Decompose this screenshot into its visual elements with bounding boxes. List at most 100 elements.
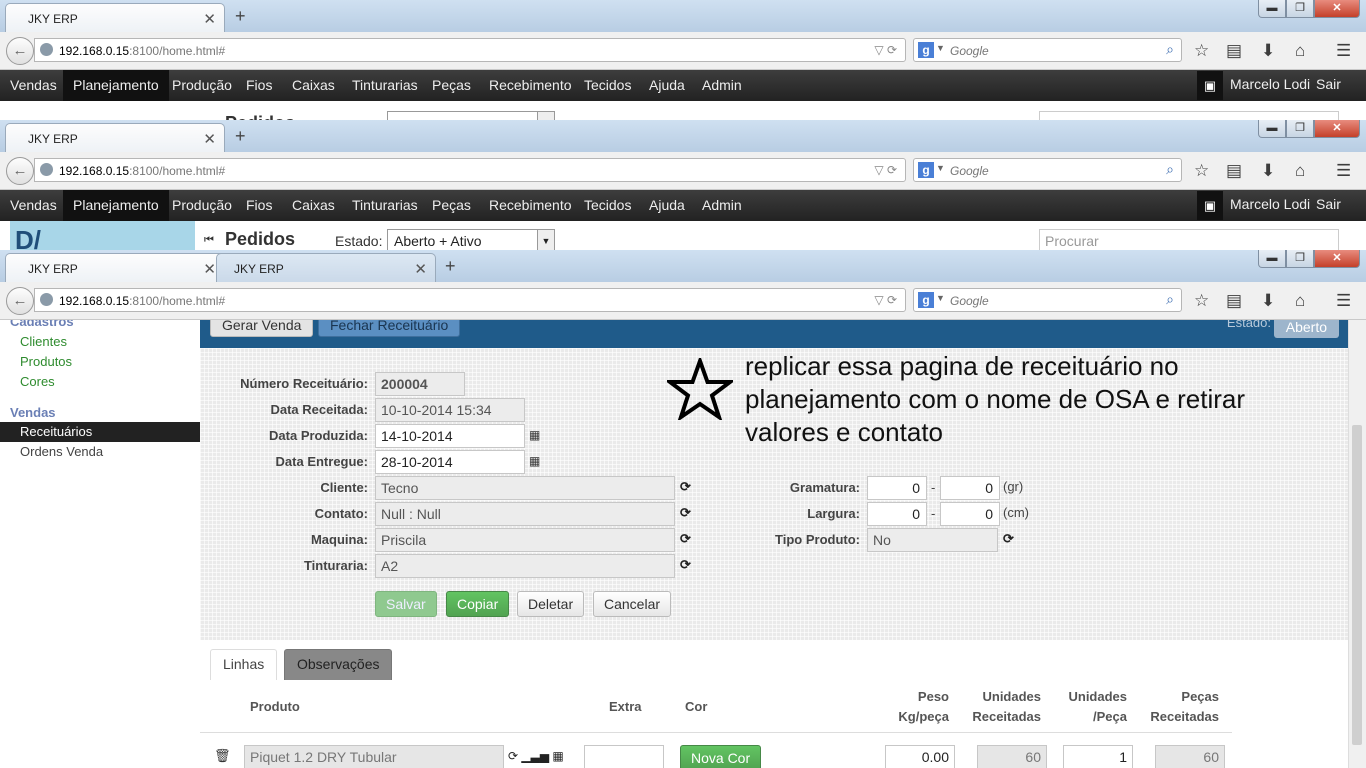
close-tab-icon[interactable]: ✕ <box>414 260 427 278</box>
data-entregue-field[interactable]: 28-10-2014 <box>375 450 525 474</box>
menu-item-recebimento[interactable]: Recebimento <box>479 190 582 221</box>
reload-icon[interactable]: ▽ ⟳ <box>874 163 897 177</box>
extra-field[interactable] <box>584 745 664 768</box>
minimize-icon[interactable]: ▬ <box>1258 0 1286 18</box>
maximize-icon[interactable]: ❐ <box>1286 0 1314 18</box>
home-icon[interactable]: ⌂ <box>1295 41 1305 61</box>
url-bar[interactable]: 192.168.0.15:8100/home.html# ▽ ⟳ <box>34 38 906 62</box>
minimize-icon[interactable]: ▬ <box>1258 120 1286 138</box>
tab-jky-erp-2[interactable]: JKY ERP ✕ <box>216 253 436 282</box>
tab-jky-erp[interactable]: JKY ERP ✕ <box>5 3 225 32</box>
refresh-icon[interactable]: ⟳ <box>680 505 691 521</box>
refresh-icon[interactable]: ⟳ <box>680 531 691 547</box>
google-icon[interactable]: g <box>918 162 934 178</box>
url-bar[interactable]: 192.168.0.15:8100/home.html# ▽ ⟳ <box>34 288 906 312</box>
close-tab-icon[interactable]: ✕ <box>203 130 216 148</box>
tinturaria-field[interactable]: A2 <box>375 554 675 578</box>
search-icon[interactable]: ⌕ <box>1166 41 1174 58</box>
peso-field[interactable]: 0.00 <box>885 745 955 768</box>
search-icon[interactable]: ⌕ <box>1166 161 1174 178</box>
menu-item-vendas[interactable]: Vendas <box>0 190 67 221</box>
menu-item-vendas[interactable]: Vendas <box>0 70 67 101</box>
tab-jky-erp[interactable]: JKY ERP ✕ <box>5 253 225 282</box>
menu-item-admin[interactable]: Admin <box>692 70 752 101</box>
user-photo-icon[interactable]: ▣ <box>1197 71 1223 100</box>
user-photo-icon[interactable]: ▣ <box>1197 191 1223 220</box>
copiar-button[interactable]: Copiar <box>446 591 510 617</box>
pedidos-search-input[interactable]: Procurar <box>1039 229 1339 252</box>
menu-item-recebimento[interactable]: Recebimento <box>479 70 582 101</box>
close-window-icon[interactable]: ✕ <box>1314 120 1360 138</box>
maximize-icon[interactable]: ❐ <box>1286 120 1314 138</box>
minimize-icon[interactable]: ▬ <box>1258 250 1286 268</box>
logout-link[interactable]: Sair <box>1316 190 1341 219</box>
refresh-icon[interactable]: ⟳ <box>1003 531 1014 547</box>
sidebar-item-ordens-venda[interactable]: Ordens Venda <box>0 442 200 462</box>
fechar-receituario-button[interactable]: Fechar Receituário <box>318 320 461 337</box>
user-name[interactable]: Marcelo Lodi <box>1230 70 1310 99</box>
new-tab-icon[interactable]: + <box>235 6 246 27</box>
row-action-icons[interactable]: ⟳ ▁▃▅ ▦ <box>508 749 564 763</box>
tab-observacoes[interactable]: Observações <box>284 649 393 680</box>
menu-item-planejamento[interactable]: Planejamento <box>63 190 169 221</box>
menu-item-caixas[interactable]: Caixas <box>282 70 345 101</box>
menu-item-tinturarias[interactable]: Tinturarias <box>342 70 428 101</box>
search-box[interactable]: g ▼ Google ⌕ <box>913 158 1182 182</box>
menu-item-fios[interactable]: Fios <box>236 70 282 101</box>
home-icon[interactable]: ⌂ <box>1295 161 1305 181</box>
bookmark-star-icon[interactable]: ☆ <box>1194 161 1209 181</box>
menu-item-planejamento[interactable]: Planejamento <box>63 70 169 101</box>
estado-select[interactable]: ▼ <box>387 111 555 120</box>
close-tab-icon[interactable]: ✕ <box>203 260 216 278</box>
data-produzida-field[interactable]: 14-10-2014 <box>375 424 525 448</box>
reload-icon[interactable]: ▽ ⟳ <box>874 293 897 307</box>
largura-max-field[interactable]: 0 <box>940 502 1000 526</box>
sidebar-item-receituarios[interactable]: Receituários <box>0 422 200 442</box>
refresh-icon[interactable]: ⟳ <box>680 479 691 495</box>
menu-item-producao[interactable]: Produção <box>162 70 242 101</box>
largura-min-field[interactable]: 0 <box>867 502 927 526</box>
google-icon[interactable]: g <box>918 42 934 58</box>
sidebar-item-clientes[interactable]: Clientes <box>0 332 200 352</box>
gerar-venda-button[interactable]: Gerar Venda <box>210 320 314 337</box>
deletar-button[interactable]: Deletar <box>517 591 585 617</box>
menu-item-producao[interactable]: Produção <box>162 190 242 221</box>
menu-item-ajuda[interactable]: Ajuda <box>639 190 695 221</box>
gramatura-max-field[interactable]: 0 <box>940 476 1000 500</box>
bookmark-star-icon[interactable]: ☆ <box>1194 291 1209 311</box>
scrollbar-thumb[interactable] <box>1352 425 1362 745</box>
contato-field[interactable]: Null : Null <box>375 502 675 526</box>
download-icon[interactable]: ⬇ <box>1261 41 1275 61</box>
cliente-field[interactable]: Tecno <box>375 476 675 500</box>
menu-item-fios[interactable]: Fios <box>236 190 282 221</box>
tab-linhas[interactable]: Linhas <box>210 649 278 680</box>
salvar-button[interactable]: Salvar <box>375 591 437 617</box>
logout-link[interactable]: Sair <box>1316 70 1341 99</box>
download-icon[interactable]: ⬇ <box>1261 291 1275 311</box>
bookmarks-list-icon[interactable]: ▤ <box>1226 41 1242 61</box>
close-window-icon[interactable]: ✕ <box>1314 0 1360 18</box>
menu-icon[interactable]: ☰ <box>1336 41 1351 61</box>
sidebar-item-produtos[interactable]: Produtos <box>0 352 200 372</box>
collapse-sidebar-icon[interactable]: ⏮ <box>204 234 214 247</box>
back-arrow-icon[interactable]: ← <box>6 37 34 65</box>
produto-field[interactable]: Piquet 1.2 DRY Tubular <box>244 745 504 768</box>
sidebar-item-cores[interactable]: Cores <box>0 372 200 392</box>
menu-item-tinturarias[interactable]: Tinturarias <box>342 190 428 221</box>
menu-icon[interactable]: ☰ <box>1336 291 1351 311</box>
maximize-icon[interactable]: ❐ <box>1286 250 1314 268</box>
new-tab-icon[interactable]: + <box>235 126 246 147</box>
menu-item-tecidos[interactable]: Tecidos <box>574 190 641 221</box>
menu-icon[interactable]: ☰ <box>1336 161 1351 181</box>
cancelar-button[interactable]: Cancelar <box>593 591 672 617</box>
bookmarks-list-icon[interactable]: ▤ <box>1226 161 1242 181</box>
search-icon[interactable]: ⌕ <box>1166 291 1174 308</box>
search-box[interactable]: g ▼ Google ⌕ <box>913 38 1182 62</box>
nova-cor-button[interactable]: Nova Cor <box>680 745 762 768</box>
tipo-produto-field[interactable]: No <box>867 528 998 552</box>
home-icon[interactable]: ⌂ <box>1295 291 1305 311</box>
tab-jky-erp[interactable]: JKY ERP ✕ <box>5 123 225 152</box>
close-tab-icon[interactable]: ✕ <box>203 10 216 28</box>
refresh-icon[interactable]: ⟳ <box>680 557 691 573</box>
dropdown-icon[interactable]: ▼ <box>936 43 945 53</box>
